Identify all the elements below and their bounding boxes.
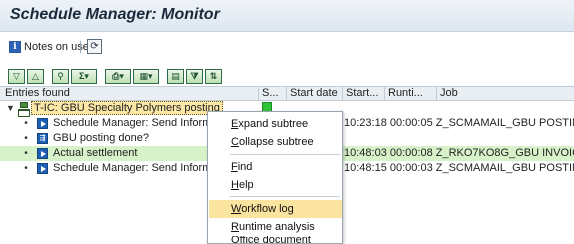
application-toolbar: i Notes on use ⟳ [0, 32, 574, 60]
context-menu: Expand subtree Collapse subtree Find Hel… [207, 111, 343, 244]
menu-separator [230, 154, 340, 155]
export-icon[interactable]: ▦▾ [133, 68, 159, 84]
refresh-icon[interactable]: ⟳ [87, 39, 102, 54]
sum-icon[interactable]: Σ▾ [71, 68, 97, 84]
row-values: 10:23:18 00:00:05 Z_SCMAMAIL_GBU POSTING [344, 117, 574, 129]
workflow-icon: ⇶ [37, 133, 48, 144]
collapse-arrow-icon[interactable]: ▼ [6, 101, 15, 116]
layout-icon[interactable]: ▤ [167, 68, 184, 84]
row-values: 10:48:03 00:00:08 Z_RKO7KO8G_GBU INVOIC … [344, 147, 574, 159]
sort-icon[interactable]: ⇅ [205, 68, 222, 84]
toolbar-separator [80, 41, 81, 53]
column-header-runtime[interactable]: Runti... [384, 87, 436, 101]
print-icon[interactable]: ⎙▾ [105, 68, 131, 84]
tree-root-icon [18, 102, 30, 117]
play-icon [37, 148, 48, 159]
menu-item-collapse-subtree[interactable]: Collapse subtree [209, 133, 342, 151]
collapse-all-icon[interactable]: △ [27, 68, 44, 84]
column-header-entries[interactable]: Entries found [0, 87, 258, 101]
column-header-status[interactable]: S... [258, 87, 286, 101]
menu-item-runtime-analysis[interactable]: Runtime analysis [209, 218, 342, 236]
tree-node-label[interactable]: GBU posting done? [53, 131, 207, 146]
tree-node-label[interactable]: Schedule Manager: Send Inform [53, 161, 207, 176]
tree-node-label[interactable]: Actual settlement [53, 146, 207, 161]
play-icon [37, 118, 48, 129]
column-header-start-date[interactable]: Start date [286, 87, 342, 101]
play-icon [37, 163, 48, 174]
tree-node-label[interactable]: T-IC: GBU Specialty Polymers posting [31, 101, 223, 115]
info-icon: i [9, 41, 21, 53]
column-header-start-time[interactable]: Start... [342, 87, 384, 101]
tree-node-label[interactable]: Schedule Manager: Send Inform [53, 116, 207, 131]
menu-separator [230, 196, 340, 197]
title-bar: Schedule Manager: Monitor [0, 0, 574, 32]
menu-item-workflow-log[interactable]: Workflow log [209, 200, 342, 218]
find-icon[interactable]: ⚲ [52, 68, 69, 84]
row-values: 10:48:15 00:00:03 Z_SCMAMAIL_GBU POSTING… [344, 162, 574, 174]
notes-on-use-button[interactable]: i Notes on use [9, 39, 89, 55]
menu-item-expand-subtree[interactable]: Expand subtree [209, 115, 342, 133]
menu-item-help[interactable]: Help [209, 176, 342, 194]
menu-item-find[interactable]: Find [209, 158, 342, 176]
column-header-job[interactable]: Job [436, 87, 574, 101]
menu-item-office-document[interactable]: Office document [209, 236, 342, 244]
window-title: Schedule Manager: Monitor [10, 6, 220, 23]
alv-toolbar: ▽ △ ⚲ Σ▾ ⎙▾ ▦▾ ▤ ⧩ ⇅ [8, 68, 222, 84]
column-header-row: Entries found S... Start date Start... R… [0, 86, 574, 101]
filter-icon[interactable]: ⧩ [186, 68, 203, 84]
expand-all-icon[interactable]: ▽ [8, 68, 25, 84]
